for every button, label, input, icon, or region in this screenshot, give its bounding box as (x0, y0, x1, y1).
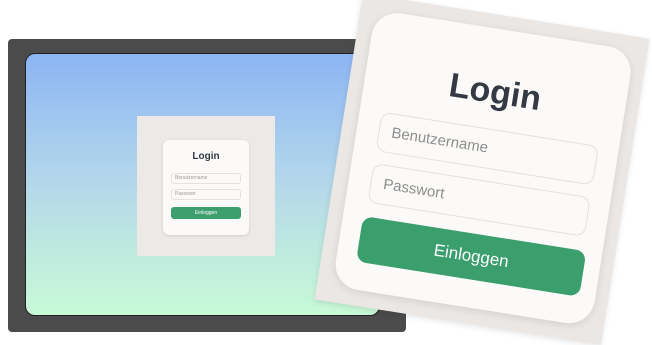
login-card-backdrop: Login Benutzername Passwort Einloggen (137, 116, 275, 256)
login-card-zoomed: Login Benutzername Passwort Einloggen (331, 9, 635, 327)
password-input[interactable]: Passwort (171, 189, 241, 200)
login-button[interactable]: Einloggen (171, 207, 241, 219)
username-input[interactable]: Benutzername (171, 173, 241, 184)
login-title: Login (192, 151, 220, 162)
login-card-small: Login Benutzername Passwort Einloggen (163, 140, 249, 235)
zoomed-login-backdrop: Login Benutzername Passwort Einloggen (314, 0, 650, 345)
